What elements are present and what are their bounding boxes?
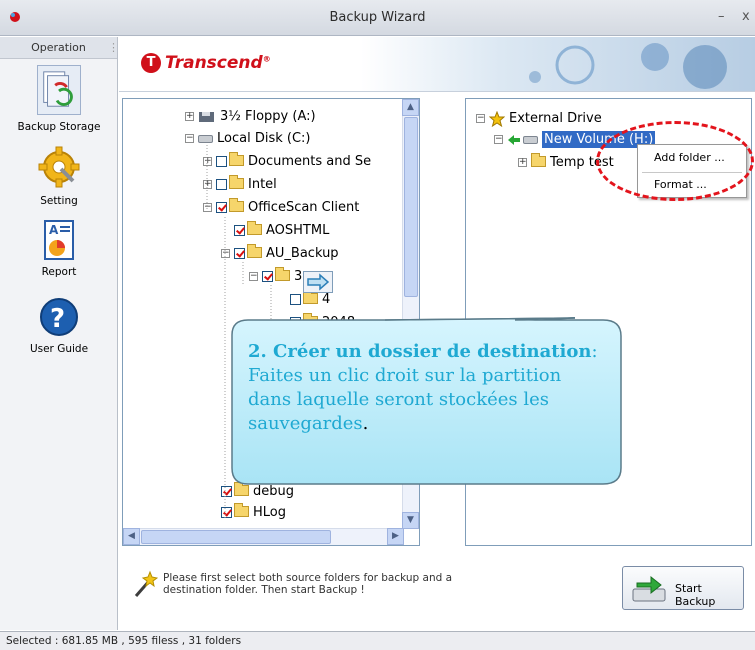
callout-text: 2. Créer un dossier de destination: Fait… (248, 341, 598, 434)
arrow-right-icon (307, 273, 330, 291)
star-icon (488, 110, 506, 127)
collapse-icon[interactable]: − (494, 135, 503, 144)
green-arrow-icon (508, 134, 520, 145)
minimize-button[interactable]: – (718, 9, 725, 24)
status-bar: Selected : 681.85 MB , 595 filess , 31 f… (0, 631, 755, 650)
window-title: Backup Wizard (329, 10, 426, 25)
backup-drive-icon (632, 575, 666, 602)
vertical-scrollbar[interactable]: ▲ ▼ (402, 99, 419, 529)
close-button[interactable]: x (742, 9, 750, 24)
banner-decoration (529, 43, 727, 89)
callout-title: 2. Créer un dossier de destination (248, 341, 592, 362)
banner: T Transcend® (119, 37, 755, 92)
start-backup-button[interactable]: Start Backup (622, 566, 744, 610)
instruction-text: Please first select both source folders … (163, 572, 453, 596)
scroll-thumb[interactable] (404, 117, 418, 297)
sidebar-item-user-guide[interactable]: ? User Guide (0, 297, 118, 355)
transcend-logo: T Transcend® (141, 53, 271, 73)
svg-text:A: A (49, 223, 59, 237)
tree-row[interactable]: − External Drive (476, 109, 602, 129)
scroll-thumb[interactable] (141, 530, 331, 544)
add-to-destination-button[interactable] (303, 271, 333, 293)
sidebar-item-label: User Guide (29, 343, 89, 355)
sidebar: Operation ⋮ Backup Storage Setting A Repo… (0, 37, 119, 630)
highlight-ellipse (596, 121, 754, 201)
tree-guides (206, 145, 272, 519)
sidebar-item-label: Backup Storage (17, 121, 101, 133)
sidebar-item-label: Report (41, 266, 77, 278)
expand-icon[interactable]: + (518, 158, 527, 167)
help-icon: ? (40, 298, 78, 336)
scroll-up-button[interactable]: ▲ (402, 99, 419, 116)
report-icon: A (44, 220, 74, 260)
backup-storage-icon (37, 65, 81, 115)
gear-icon (38, 146, 80, 188)
sidebar-item-label: Setting (40, 195, 78, 207)
title-bar: Backup Wizard – x (0, 0, 755, 36)
sidebar-item-backup-storage[interactable]: Backup Storage (0, 65, 118, 133)
sidebar-item-report[interactable]: A Report (0, 220, 118, 278)
usb-drive-icon (523, 135, 538, 144)
magic-wand-icon (134, 570, 158, 597)
collapse-icon[interactable]: − (476, 114, 485, 123)
sidebar-header: Operation ⋮ (0, 37, 119, 59)
source-tree-panel[interactable]: +3½ Floppy (A:) − Local Disk (C:) + Docume… (122, 98, 420, 546)
scroll-down-button[interactable]: ▼ (402, 512, 419, 529)
svg-text:?: ? (50, 304, 65, 334)
scroll-left-button[interactable]: ◀ (123, 528, 140, 545)
scroll-right-button[interactable]: ▶ (387, 528, 404, 545)
sidebar-item-setting[interactable]: Setting (0, 145, 118, 207)
horizontal-scrollbar[interactable]: ◀ ▶ (123, 528, 404, 545)
folder-icon (531, 153, 546, 167)
